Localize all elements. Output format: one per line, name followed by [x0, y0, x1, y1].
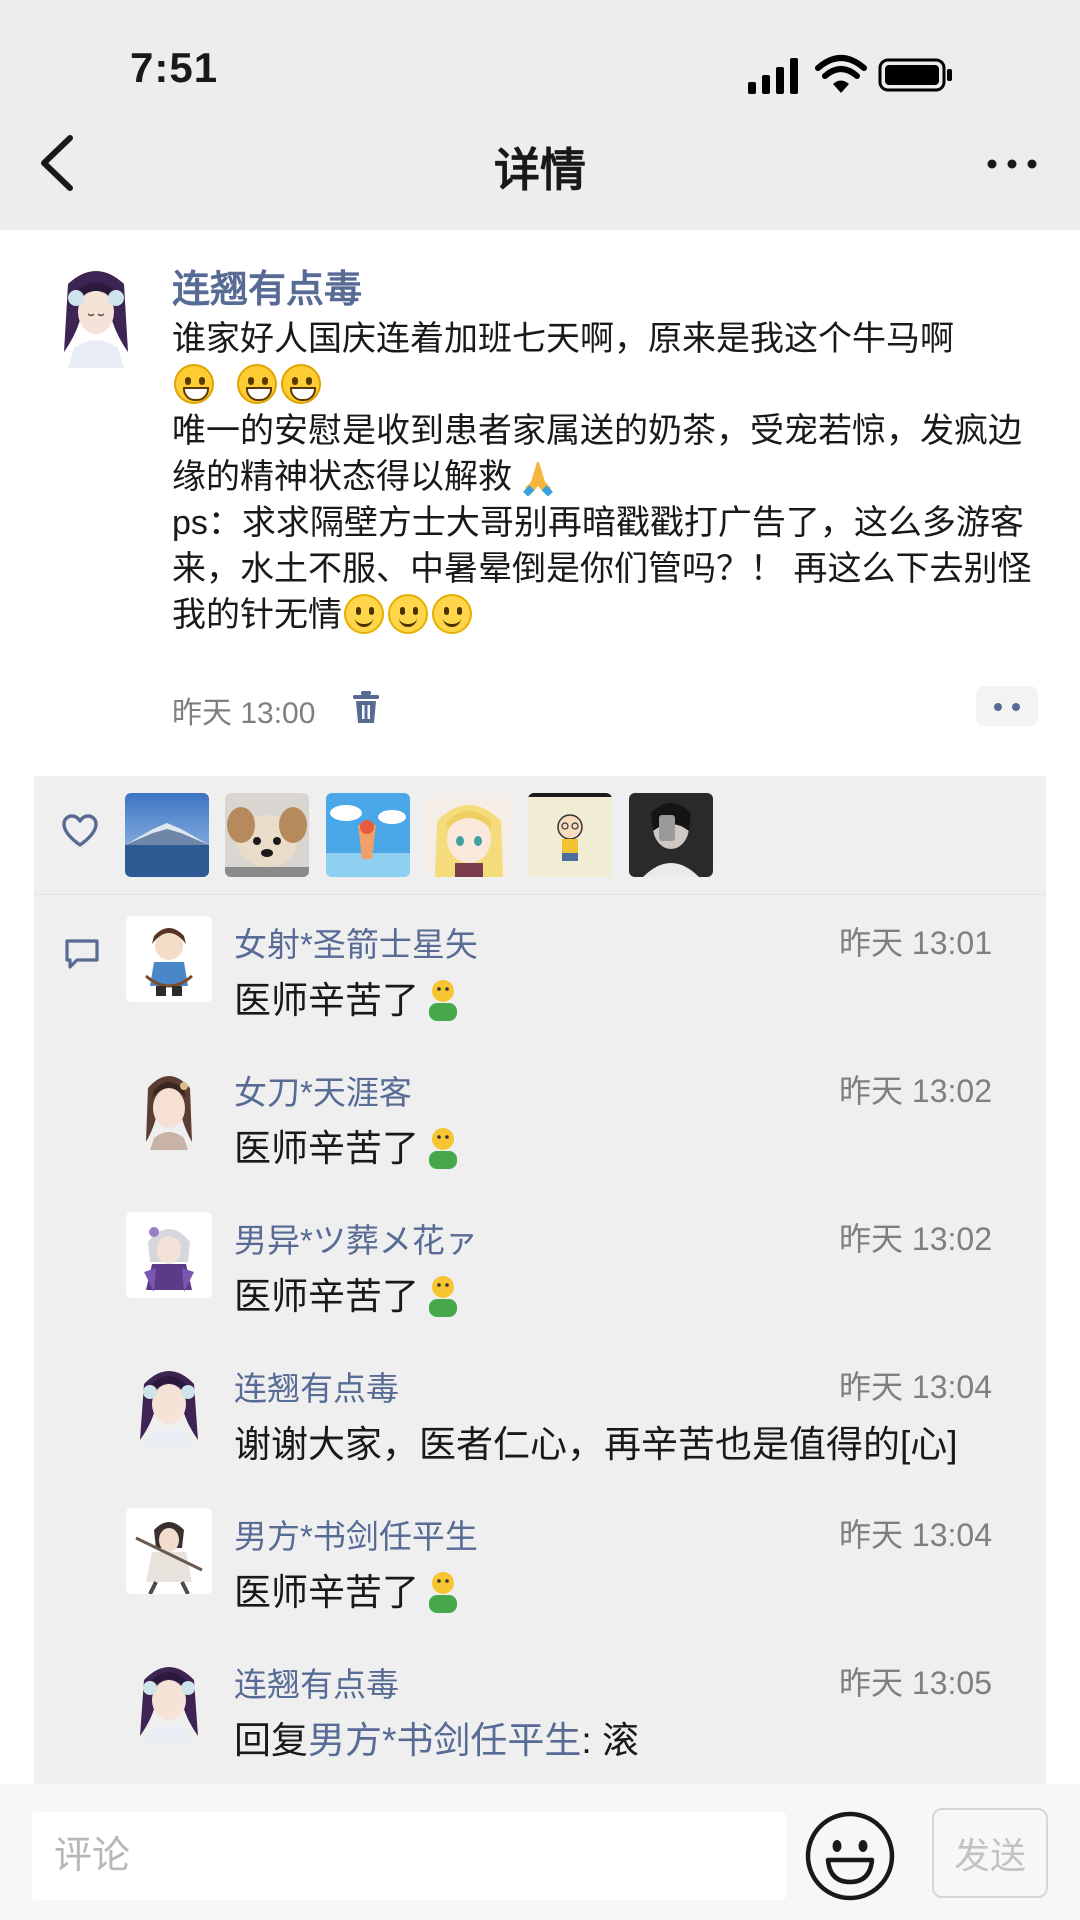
signal-icon	[748, 58, 798, 94]
post-line-2: 唯一的安慰是收到患者家属送的奶茶，受宠若惊，发疯边缘的精神状态得以解救	[172, 412, 1022, 496]
status-time: 7:51	[130, 44, 219, 91]
page-title: 详情	[494, 144, 586, 196]
puppy-avatar[interactable]	[225, 793, 309, 877]
commenter-name[interactable]: 女射*圣箭士星矢	[234, 918, 478, 966]
likes-row	[34, 776, 1046, 895]
thumbs-up-emoji-icon	[429, 1128, 457, 1169]
comment-time: 昨天 13:02	[839, 1221, 992, 1257]
anime-girl-avatar[interactable]	[427, 793, 511, 877]
like-comment-menu-button[interactable]	[976, 686, 1038, 726]
grin-emoji-icon	[174, 364, 214, 404]
author-avatar[interactable]	[54, 262, 138, 368]
comment-time: 昨天 13:04	[839, 1369, 992, 1405]
battery-icon	[878, 58, 952, 92]
thumbs-up-emoji-icon	[429, 980, 457, 1021]
commenter-avatar[interactable]	[126, 1064, 212, 1150]
comment-time: 昨天 13:02	[839, 1073, 992, 1109]
delete-button[interactable]	[352, 690, 380, 724]
commenter-name[interactable]: 连翘有点毒	[234, 1658, 399, 1706]
thumbs-up-emoji-icon	[429, 1572, 457, 1613]
header: 7:51 详情	[0, 0, 1080, 230]
reply-text: : 滚	[581, 1720, 639, 1761]
comment-text: 医师辛苦了	[234, 1118, 465, 1172]
comment-input-bar: 发送	[0, 1784, 1080, 1920]
post-line-3: ps：求求隔壁方士大哥别再暗戳戳打广告了，这么多游客来，水土不服、中暑晕倒是你们…	[172, 504, 1032, 634]
comment-item[interactable]: 男方*书剑任平生 昨天 13:04 医师辛苦了	[34, 1508, 1046, 1656]
comment-item[interactable]: 连翘有点毒 昨天 13:04 谢谢大家，医者仁心，再辛苦也是值得的[心]	[34, 1360, 1046, 1508]
mountain-lake-avatar[interactable]	[125, 793, 209, 877]
comment-text: 医师辛苦了	[234, 970, 465, 1024]
chevron-left-icon	[41, 135, 73, 191]
grin-emoji-icon	[236, 364, 277, 404]
smile-emoji-icon	[432, 594, 472, 634]
wifi-icon	[815, 55, 867, 93]
commenter-name[interactable]: 女刀*天涯客	[234, 1066, 412, 1114]
comment-item[interactable]: 连翘有点毒 昨天 13:05 回复男方*书剑任平生: 滚	[34, 1656, 1046, 1804]
emoji-button[interactable]	[804, 1810, 896, 1902]
dot-icon	[994, 703, 1002, 711]
ellipsis-icon	[987, 159, 1037, 169]
reply-prefix: 回复	[234, 1720, 308, 1761]
beach-drink-avatar[interactable]	[326, 793, 410, 877]
smile-emoji-icon	[344, 594, 384, 634]
comment-time: 昨天 13:01	[839, 925, 992, 961]
comment-text: 回复男方*书剑任平生: 滚	[234, 1710, 639, 1764]
smiley-face-icon	[805, 1811, 895, 1901]
back-button[interactable]	[30, 130, 90, 196]
comment-text: 医师辛苦了	[234, 1266, 465, 1320]
commenter-name[interactable]: 连翘有点毒	[234, 1362, 399, 1410]
post-author-name[interactable]: 连翘有点毒	[172, 258, 362, 313]
commenter-name[interactable]: 男方*书剑任平生	[234, 1510, 478, 1558]
commenter-avatar[interactable]	[126, 1508, 212, 1594]
comment-text: 医师辛苦了	[234, 1562, 465, 1616]
reply-to-name[interactable]: 男方*书剑任平生	[308, 1720, 581, 1761]
comment-text: 谢谢大家，医者仁心，再辛苦也是值得的[心]	[234, 1424, 958, 1465]
commenter-avatar[interactable]	[126, 1656, 212, 1742]
commenter-avatar[interactable]	[126, 1212, 212, 1298]
comment-time: 昨天 13:05	[839, 1665, 992, 1701]
comment-time: 昨天 13:04	[839, 1517, 992, 1553]
mirror-selfie-avatar[interactable]	[629, 793, 713, 877]
dot-icon	[1012, 703, 1020, 711]
interaction-panel: 女射*圣箭士星矢 昨天 13:01 医师辛苦了 女刀*天涯客 昨天 13:02 …	[34, 776, 1046, 1784]
post-line-1: 谁家好人国庆连着加班七天啊，原来是我这个牛马啊	[172, 320, 954, 358]
comment-item[interactable]: 女射*圣箭士星矢 昨天 13:01 医师辛苦了	[34, 916, 1046, 1064]
post-time: 昨天 13:00	[172, 697, 316, 730]
commenter-avatar[interactable]	[126, 1360, 212, 1446]
grin-emoji-icon	[280, 364, 321, 404]
smile-emoji-icon	[388, 594, 428, 634]
status-icons	[748, 55, 952, 94]
commenter-name[interactable]: 男异*ツ葬メ花ァ	[234, 1214, 478, 1262]
comment-input[interactable]	[32, 1812, 786, 1900]
comment-item[interactable]: 女刀*天涯客 昨天 13:02 医师辛苦了	[34, 1064, 1046, 1212]
pray-hands-icon	[523, 462, 554, 496]
comment-item[interactable]: 男异*ツ葬メ花ァ 昨天 13:02 医师辛苦了	[34, 1212, 1046, 1360]
post-content: 谁家好人国庆连着加班七天啊，原来是我这个牛马啊 唯一的安慰是收到患者家属送的奶茶…	[172, 316, 1042, 638]
heart-icon	[62, 814, 98, 847]
more-button[interactable]	[982, 140, 1042, 184]
trash-icon	[353, 691, 379, 723]
send-button[interactable]: 发送	[932, 1808, 1048, 1898]
commenter-avatar[interactable]	[126, 916, 212, 1002]
cartoon-boy-avatar[interactable]	[528, 793, 612, 877]
thumbs-up-emoji-icon	[429, 1276, 457, 1317]
